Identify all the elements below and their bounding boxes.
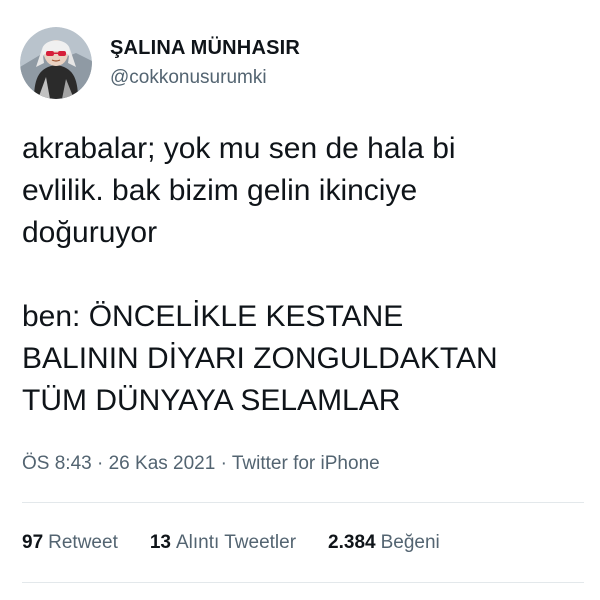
retweets-count: 97: [22, 532, 44, 553]
tweet-meta: ÖS 8:43 · 26 Kas 2021 · Twitter for iPho…: [22, 452, 380, 476]
likes-count: 2.384: [328, 532, 376, 553]
meta-separator: ·: [97, 453, 109, 474]
quotes-count: 13: [149, 532, 171, 553]
author-handle[interactable]: @cokkonusurumki: [110, 66, 300, 90]
tweet-card: ŞALINA MÜNHASIR @cokkonusurumki akrabala…: [0, 0, 600, 600]
tweet-date[interactable]: 26 Kas 2021: [109, 453, 216, 474]
likes-label: Beğeni: [380, 532, 440, 553]
avatar-portrait-icon: [20, 27, 92, 99]
likes-stat[interactable]: 2.384 Beğeni: [328, 531, 440, 555]
retweets-label: Retweet: [48, 532, 118, 553]
tweet-time[interactable]: ÖS 8:43: [22, 453, 92, 474]
quotes-stat[interactable]: 13 Alıntı Tweetler: [150, 531, 296, 555]
retweets-stat[interactable]: 97 Retweet: [22, 531, 118, 555]
meta-separator: ·: [220, 453, 232, 474]
tweet-header: ŞALINA MÜNHASIR @cokkonusurumki: [20, 27, 300, 99]
quotes-label: Alıntı Tweetler: [175, 532, 297, 553]
tweet-stats: 97 Retweet 13 Alıntı Tweetler 2.384 Beğeni: [22, 531, 472, 555]
divider: [22, 502, 584, 503]
author-names: ŞALINA MÜNHASIR @cokkonusurumki: [110, 36, 300, 90]
author-display-name[interactable]: ŞALINA MÜNHASIR: [110, 36, 300, 60]
tweet-text: akrabalar; yok mu sen de hala bi evlilik…: [22, 132, 498, 417]
avatar[interactable]: [20, 27, 92, 99]
divider: [22, 582, 584, 583]
tweet-source[interactable]: Twitter for iPhone: [232, 453, 380, 474]
